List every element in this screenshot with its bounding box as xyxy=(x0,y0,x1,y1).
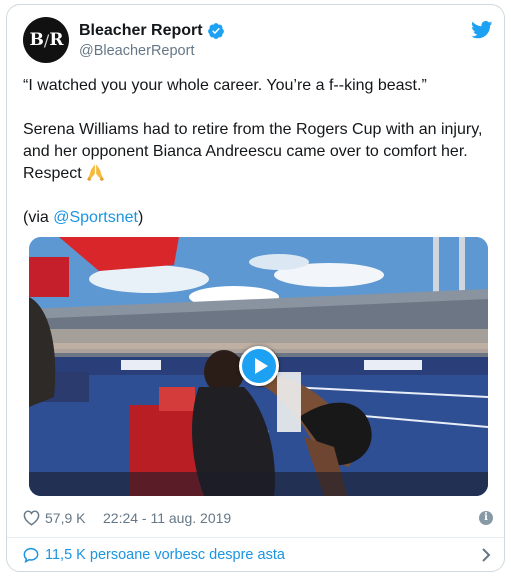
avatar[interactable]: B / R xyxy=(23,17,69,63)
info-icon[interactable]: i xyxy=(479,511,493,525)
avatar-letter-r: R xyxy=(49,30,63,50)
author-block[interactable]: Bleacher Report @BleacherReport xyxy=(79,22,225,59)
via-prefix: (via xyxy=(23,209,54,226)
twitter-bird-icon[interactable] xyxy=(471,21,493,39)
like-count[interactable]: 57,9 K xyxy=(45,510,85,526)
display-name[interactable]: Bleacher Report xyxy=(79,22,203,40)
timestamp[interactable]: 22:24 - 11 aug. 2019 xyxy=(103,510,231,526)
avatar-letter-b: B xyxy=(29,30,44,50)
verified-badge-icon xyxy=(207,23,224,39)
video-player[interactable] xyxy=(29,237,488,496)
play-button[interactable] xyxy=(239,346,279,386)
heart-icon[interactable] xyxy=(23,510,40,526)
footer-divider xyxy=(7,537,504,538)
tweet-meta: 57,9 K 22:24 - 11 aug. 2019 i xyxy=(23,509,493,529)
via-mention-link[interactable]: @Sportsnet xyxy=(53,209,138,226)
tweet-body-paragraph: Serena Williams had to retire from the R… xyxy=(23,119,493,185)
tweet-header: B / R Bleacher Report @BleacherReport xyxy=(23,17,493,65)
tweet-via: (via @Sportsnet) xyxy=(23,207,493,229)
folded-hands-icon xyxy=(87,164,105,181)
conversation-link[interactable]: 11,5 K persoane vorbesc despre asta xyxy=(23,545,493,567)
avatar-slash: / xyxy=(43,30,49,50)
tweet-text: “I watched you your whole career. You’re… xyxy=(23,75,493,251)
chevron-right-icon[interactable] xyxy=(481,547,491,563)
handle[interactable]: @BleacherReport xyxy=(79,43,225,59)
author-name-row[interactable]: Bleacher Report xyxy=(79,22,225,40)
tweet-quote: “I watched you your whole career. You’re… xyxy=(23,77,427,94)
conversation-text[interactable]: 11,5 K persoane vorbesc despre asta xyxy=(45,547,285,563)
speech-bubble-icon xyxy=(23,547,39,563)
via-suffix: ) xyxy=(137,209,144,226)
embedded-tweet[interactable]: B / R Bleacher Report @BleacherReport “I w… xyxy=(6,4,505,572)
